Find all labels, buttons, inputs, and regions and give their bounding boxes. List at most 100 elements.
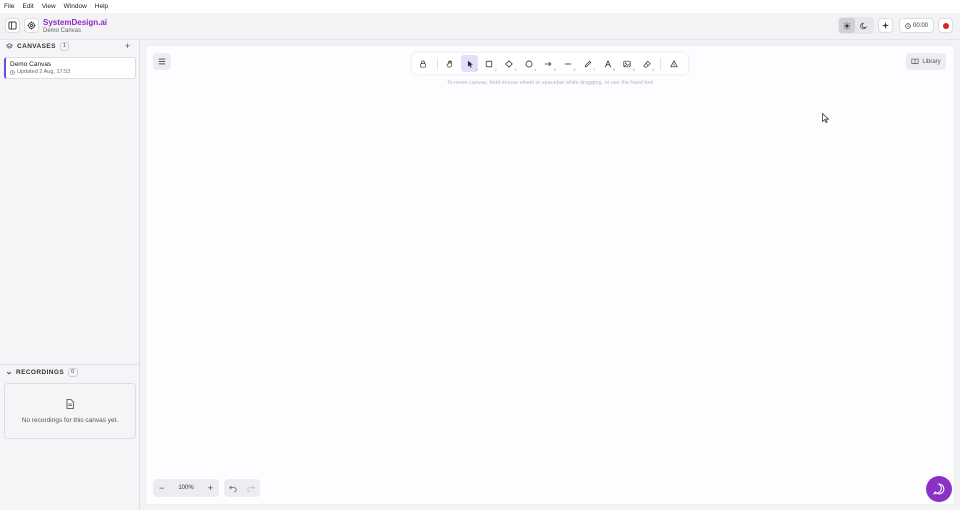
hamburger-icon [158, 58, 166, 65]
tool-shortcut: 2 [494, 68, 497, 72]
undo-icon [229, 485, 237, 492]
cursor-arrow-icon [822, 113, 829, 123]
menu-file[interactable]: File [4, 0, 14, 13]
chat-bubble-icon [933, 483, 945, 495]
document-icon [66, 398, 74, 409]
tool-more[interactable] [665, 55, 682, 72]
history-controls [224, 479, 260, 497]
add-canvas-button[interactable]: + [125, 42, 130, 51]
tool-eraser[interactable]: 0 [639, 55, 656, 72]
toolbar-divider [660, 57, 662, 70]
layers-icon [6, 43, 13, 50]
record-button[interactable] [938, 18, 953, 33]
canvases-count-badge: 1 [59, 42, 70, 51]
app-header: SystemDesign.ai Demo Canvas 00:00 [0, 13, 960, 40]
pencil-icon [584, 60, 592, 68]
canvas-list-item[interactable]: Demo Canvas Updated 2 Aug, 17:53 [4, 57, 136, 79]
moon-icon [860, 22, 868, 30]
session-timer[interactable]: 00:00 [899, 18, 934, 33]
recordings-empty-state: No recordings for this canvas yet. [4, 383, 136, 439]
tool-image[interactable]: 9 [619, 55, 636, 72]
recordings-title: RECORDINGS [16, 369, 65, 376]
tool-text[interactable]: 8 [599, 55, 616, 72]
menu-bar: File Edit View Window Help [0, 0, 960, 13]
clock-icon [10, 70, 15, 75]
tool-shortcut: 5 [553, 68, 556, 72]
canvas-menu-button[interactable] [153, 53, 171, 70]
ellipse-icon [525, 60, 533, 68]
canvas-item-name: Demo Canvas [10, 61, 52, 68]
zoom-level[interactable]: 100% [178, 485, 193, 491]
arrow-right-icon [544, 60, 552, 68]
zoom-out-button[interactable]: − [159, 483, 164, 493]
tool-shortcut: 1 [475, 68, 478, 72]
magic-button[interactable] [878, 18, 893, 33]
tool-shortcut: 6 [573, 68, 576, 72]
tool-shortcut: 7 [593, 68, 596, 72]
hand-icon [446, 59, 454, 68]
canvases-title: CANVASES [17, 43, 56, 50]
menu-edit[interactable]: Edit [22, 0, 33, 13]
sidebar-panel-icon [8, 21, 17, 30]
library-label: Library [922, 58, 941, 65]
tool-shortcut: 3 [514, 68, 517, 72]
pointer-icon [466, 60, 474, 68]
tool-selection[interactable]: 1 [461, 55, 479, 72]
rectangle-icon [485, 60, 493, 68]
tool-rectangle[interactable]: 2 [481, 55, 498, 72]
gear-icon [27, 21, 36, 30]
sidebar-divider [0, 364, 140, 365]
sparkle-icon [881, 21, 890, 30]
clock-icon [905, 22, 911, 29]
current-canvas-name: Demo Canvas [43, 28, 82, 34]
tool-shortcut: 9 [632, 68, 635, 72]
timer-value: 00:00 [912, 22, 928, 29]
redo-icon [247, 485, 255, 492]
recordings-empty-text: No recordings for this canvas yet. [21, 416, 119, 424]
recordings-section-header[interactable]: RECORDINGS 0 [6, 368, 78, 377]
redo-button[interactable] [247, 485, 255, 492]
drawing-toolbar: 1 2 3 4 5 6 7 8 9 0 [412, 53, 688, 74]
app-name: SystemDesign.ai [43, 18, 108, 27]
tool-hand[interactable] [442, 55, 459, 72]
text-icon [604, 59, 612, 68]
record-dot-icon [942, 22, 949, 29]
tool-diamond[interactable]: 3 [501, 55, 518, 72]
canvas-item-updated-text: Updated 2 Aug, 17:53 [17, 69, 71, 75]
diamond-icon [505, 59, 513, 68]
image-icon [623, 60, 631, 68]
library-button[interactable]: Library [906, 53, 946, 70]
zoom-in-button[interactable]: + [208, 483, 213, 493]
sidebar [0, 40, 140, 510]
theme-toggle [838, 17, 874, 34]
eraser-icon [643, 60, 651, 68]
recordings-count-badge: 0 [68, 368, 78, 377]
light-theme-option[interactable] [839, 18, 855, 33]
canvas-item-updated: Updated 2 Aug, 17:53 [10, 69, 131, 76]
tool-line[interactable]: 6 [560, 55, 577, 72]
canvas-hint: To move canvas, hold mouse wheel or spac… [446, 80, 654, 86]
shapes-icon [669, 59, 678, 68]
chevron-down-icon [6, 370, 12, 376]
tool-arrow[interactable]: 5 [540, 55, 557, 72]
settings-button[interactable] [24, 18, 39, 33]
zoom-controls: − 100% + [153, 479, 219, 497]
canvases-section-header: CANVASES 1 [6, 42, 70, 51]
plus-icon: + [125, 41, 131, 51]
tool-draw[interactable]: 7 [579, 55, 596, 72]
line-icon [564, 60, 572, 68]
menu-window[interactable]: Window [64, 0, 87, 13]
drawing-canvas[interactable] [145, 45, 955, 505]
mouse-cursor [822, 113, 829, 123]
undo-button[interactable] [229, 485, 237, 492]
dark-theme-option[interactable] [856, 18, 872, 33]
chat-button[interactable] [926, 476, 952, 502]
toggle-sidebar-button[interactable] [5, 18, 20, 33]
toolbar-divider [436, 57, 438, 70]
menu-view[interactable]: View [42, 0, 56, 13]
sun-icon [843, 21, 851, 30]
tool-shortcut: 8 [612, 68, 615, 72]
menu-help[interactable]: Help [95, 0, 108, 13]
tool-lock[interactable] [415, 55, 432, 72]
tool-ellipse[interactable]: 4 [520, 55, 537, 72]
